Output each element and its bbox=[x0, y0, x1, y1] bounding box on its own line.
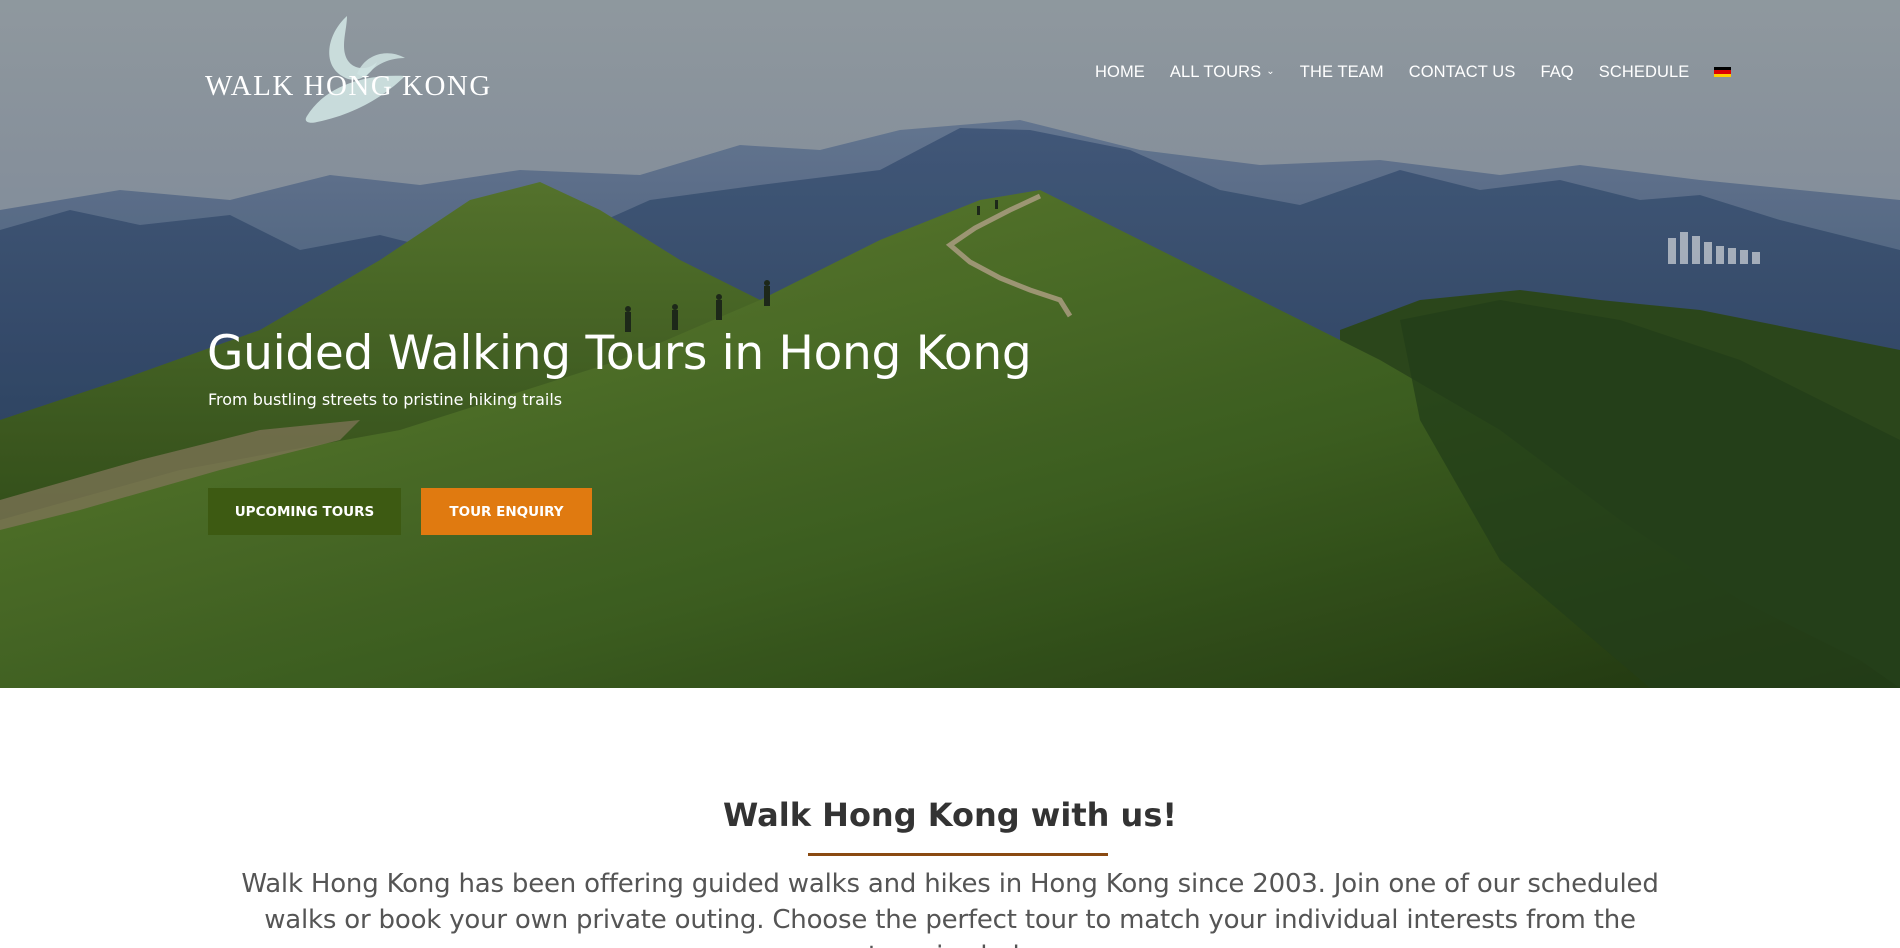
intro-heading: Walk Hong Kong with us! bbox=[723, 796, 1177, 834]
hero-title: Guided Walking Tours in Hong Kong bbox=[207, 326, 1032, 381]
nav-contact-us-label: CONTACT US bbox=[1408, 62, 1516, 81]
nav-schedule-label: SCHEDULE bbox=[1598, 62, 1690, 81]
nav-the-team-label: THE TEAM bbox=[1299, 62, 1384, 81]
nav-contact-us[interactable]: CONTACT US bbox=[1409, 63, 1516, 82]
main-navigation: HOME ALL TOURS ⌄ THE TEAM CONTACT US FAQ … bbox=[1095, 60, 1756, 84]
nav-faq-label: FAQ bbox=[1540, 62, 1574, 81]
logo-text: WALK HONG KONG bbox=[205, 70, 492, 102]
nav-home-label: HOME bbox=[1095, 62, 1145, 81]
intro-divider bbox=[808, 853, 1108, 856]
hero-subtitle: From bustling streets to pristine hiking… bbox=[208, 390, 563, 409]
nav-all-tours[interactable]: ALL TOURS ⌄ bbox=[1170, 63, 1275, 82]
chevron-down-icon: ⌄ bbox=[1266, 66, 1275, 77]
hero-banner: WALK HONG KONG HOME ALL TOURS ⌄ THE TEAM … bbox=[0, 0, 1900, 688]
nav-language-switch[interactable] bbox=[1714, 66, 1732, 78]
nav-faq[interactable]: FAQ bbox=[1540, 63, 1573, 82]
nav-all-tours-label: ALL TOURS bbox=[1169, 62, 1262, 81]
nav-schedule[interactable]: SCHEDULE bbox=[1599, 63, 1690, 82]
tour-enquiry-button[interactable]: TOUR ENQUIRY bbox=[421, 488, 592, 535]
intro-paragraph: Walk Hong Kong has been offering guided … bbox=[241, 869, 1659, 948]
nav-home[interactable]: HOME bbox=[1095, 63, 1145, 82]
upcoming-tours-button[interactable]: UPCOMING TOURS bbox=[208, 488, 401, 535]
site-logo[interactable]: WALK HONG KONG bbox=[205, 14, 505, 126]
nav-the-team[interactable]: THE TEAM bbox=[1300, 63, 1384, 82]
german-flag-icon bbox=[1714, 66, 1732, 78]
